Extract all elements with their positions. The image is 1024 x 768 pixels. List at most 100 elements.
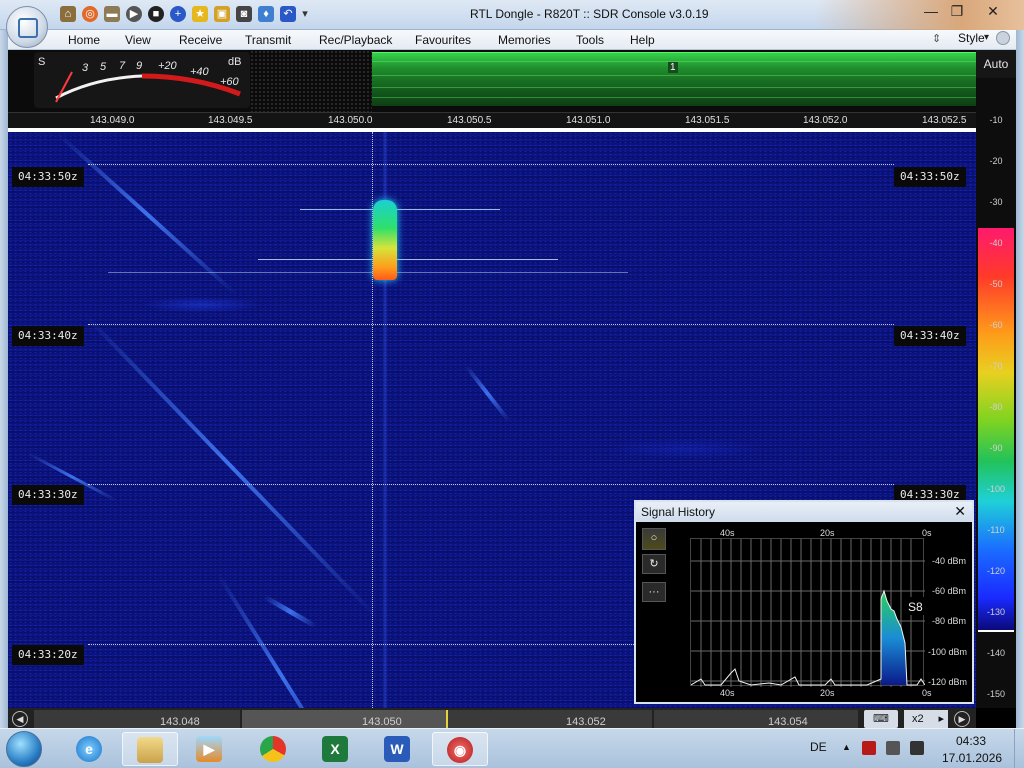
tray-app-icon[interactable] [862,741,876,755]
sdr-console-screen: ⌂ ◎ ▬ ▶ ■ + ★ ▣ ◙ ♦ ↶ ▾ RTL Dongle - R82… [0,0,1024,768]
spectrum-display[interactable]: 1 [372,52,976,106]
taskbar-app-explorer[interactable] [122,732,178,766]
settings-gear-icon[interactable] [996,31,1010,45]
folder-icon[interactable]: ▬ [104,6,120,22]
drop-icon[interactable]: ♦ [258,6,274,22]
menu-receive[interactable]: Receive [179,33,222,47]
history-time-label: 20s [820,528,835,538]
taskbar-app-sdr-console[interactable]: ◉ [432,732,488,766]
lock-icon[interactable]: ▣ [214,6,230,22]
tuning-center-line[interactable] [372,132,373,708]
menu-transmit[interactable]: Transmit [245,33,291,47]
add-icon[interactable]: + [170,6,186,22]
play-icon[interactable]: ▶ [126,6,142,22]
scroll-left-button[interactable]: ◀ [12,711,28,727]
auto-button[interactable]: Auto [976,50,1016,78]
signal-history-close-button[interactable]: ✕ [954,503,966,520]
time-grid-line [88,484,894,485]
db-color-scale[interactable]: -10 -20 -30 -40 -50 -60 -70 -80 -90 -100… [976,78,1016,708]
taskbar-app-word[interactable]: W [370,732,426,766]
close-button[interactable]: ✕ [980,2,1006,22]
history-time-label: 40s [720,688,735,698]
s-meter: S dB 3 5 7 9 +20 +40 +60 [34,52,250,108]
excel-icon: X [322,736,348,762]
db-tick: -60 [989,320,1003,330]
style-arrows-icon[interactable]: ⇕ [932,32,941,45]
history-time-label: 20s [820,688,835,698]
home-icon[interactable]: ⌂ [60,6,76,22]
title-bar: ⌂ ◎ ▬ ▶ ■ + ★ ▣ ◙ ♦ ↶ ▾ RTL Dongle - R82… [0,0,1024,30]
minimize-button[interactable]: — [918,2,944,22]
file-explorer-icon [137,737,163,763]
db-tick: -70 [989,361,1003,371]
menu-view[interactable]: View [125,33,151,47]
signal-history-reset-button[interactable]: ↻ [642,554,666,574]
taskbar-app-media[interactable]: ▶ [182,732,238,766]
signal-history-meter-button[interactable]: ○ [642,528,666,550]
frequency-scroller[interactable]: ◀ 143.048 143.050 143.052 143.054 ⌨ x2 ▸ … [8,708,976,730]
style-dropdown-icon[interactable]: ▾ [984,32,989,43]
time-tag-left: 04:33:20z [12,645,84,665]
db-tick: -40 [989,238,1003,248]
taskbar-app-chrome[interactable] [246,732,302,766]
scroller-segment-active[interactable] [242,710,446,728]
taskbar-app-ie[interactable]: e [62,732,118,766]
network-icon[interactable] [886,741,900,755]
spectrum-band-line [372,75,976,76]
history-time-label: 40s [720,528,735,538]
taskbar-app-excel[interactable]: X [308,732,364,766]
maximize-button[interactable]: ❐ [944,2,970,22]
signal-s-reading: S8 [908,600,923,614]
db-tick: -50 [989,279,1003,289]
undo-icon[interactable]: ↶ [280,6,296,22]
volume-icon[interactable] [910,741,924,755]
time-tag-left: 04:33:40z [12,326,84,346]
scroll-right-button[interactable]: ▶ [954,711,970,727]
time-tag-right: 04:33:50z [894,167,966,187]
start-button[interactable] [6,731,42,767]
menu-tools[interactable]: Tools [576,33,604,47]
lifebuoy-icon[interactable]: ◎ [82,6,98,22]
word-icon: W [384,736,410,762]
style-menu[interactable]: Style [958,31,985,45]
header-display: S dB 3 5 7 9 +20 +40 +60 1 [8,50,976,112]
menu-help[interactable]: Help [630,33,655,47]
ruler-frequency: 143.050.5 [447,115,492,126]
carrier-sideband-line [300,209,500,210]
stop-icon[interactable]: ■ [148,6,164,22]
s-meter-arc [55,71,241,103]
time-grid-line [88,324,894,325]
menu-rec-playback[interactable]: Rec/Playback [319,33,392,47]
menu-home[interactable]: Home [68,33,100,47]
zoom-arrow-icon: ▸ [938,713,944,725]
chrome-icon [260,736,286,762]
language-indicator[interactable]: DE [810,740,827,754]
frequency-ruler[interactable]: 143.049.0 143.049.5 143.050.0 143.050.5 … [8,112,976,132]
keyboard-icon[interactable]: ⌨ [864,710,898,728]
signal-history-titlebar[interactable]: Signal History ✕ [636,502,972,522]
signal-history-more-button[interactable]: ··· [642,582,666,602]
star-icon[interactable]: ★ [192,6,208,22]
zoom-selector[interactable]: x2 ▸ [904,710,948,728]
scroller-position-marker [446,710,448,728]
signal-history-plot [690,538,926,687]
show-desktop-button[interactable] [1014,729,1024,768]
application-menu-button[interactable] [6,6,48,48]
window-title: RTL Dongle - R820T :: SDR Console v3.0.1… [470,7,709,21]
ruler-frequency: 143.049.5 [208,115,253,126]
clock-date[interactable]: 17.01.2026 [942,751,1002,765]
history-level-label: -100 dBm [928,647,968,657]
tray-expand-icon[interactable]: ▲ [842,742,851,752]
scroller-segment [448,710,652,728]
time-grid-line [88,164,894,165]
history-level-label: -80 dBm [932,616,967,626]
ruler-frequency: 143.049.0 [90,115,135,126]
camera-icon[interactable]: ◙ [236,6,252,22]
db-threshold-line[interactable] [978,630,1014,632]
menu-memories[interactable]: Memories [498,33,551,47]
history-level-label: -60 dBm [932,586,967,596]
menu-favourites[interactable]: Favourites [415,33,471,47]
quick-access-dropdown-icon[interactable]: ▾ [300,6,310,22]
clock-time[interactable]: 04:33 [956,734,986,748]
vfo-marker[interactable]: 1 [668,62,678,73]
